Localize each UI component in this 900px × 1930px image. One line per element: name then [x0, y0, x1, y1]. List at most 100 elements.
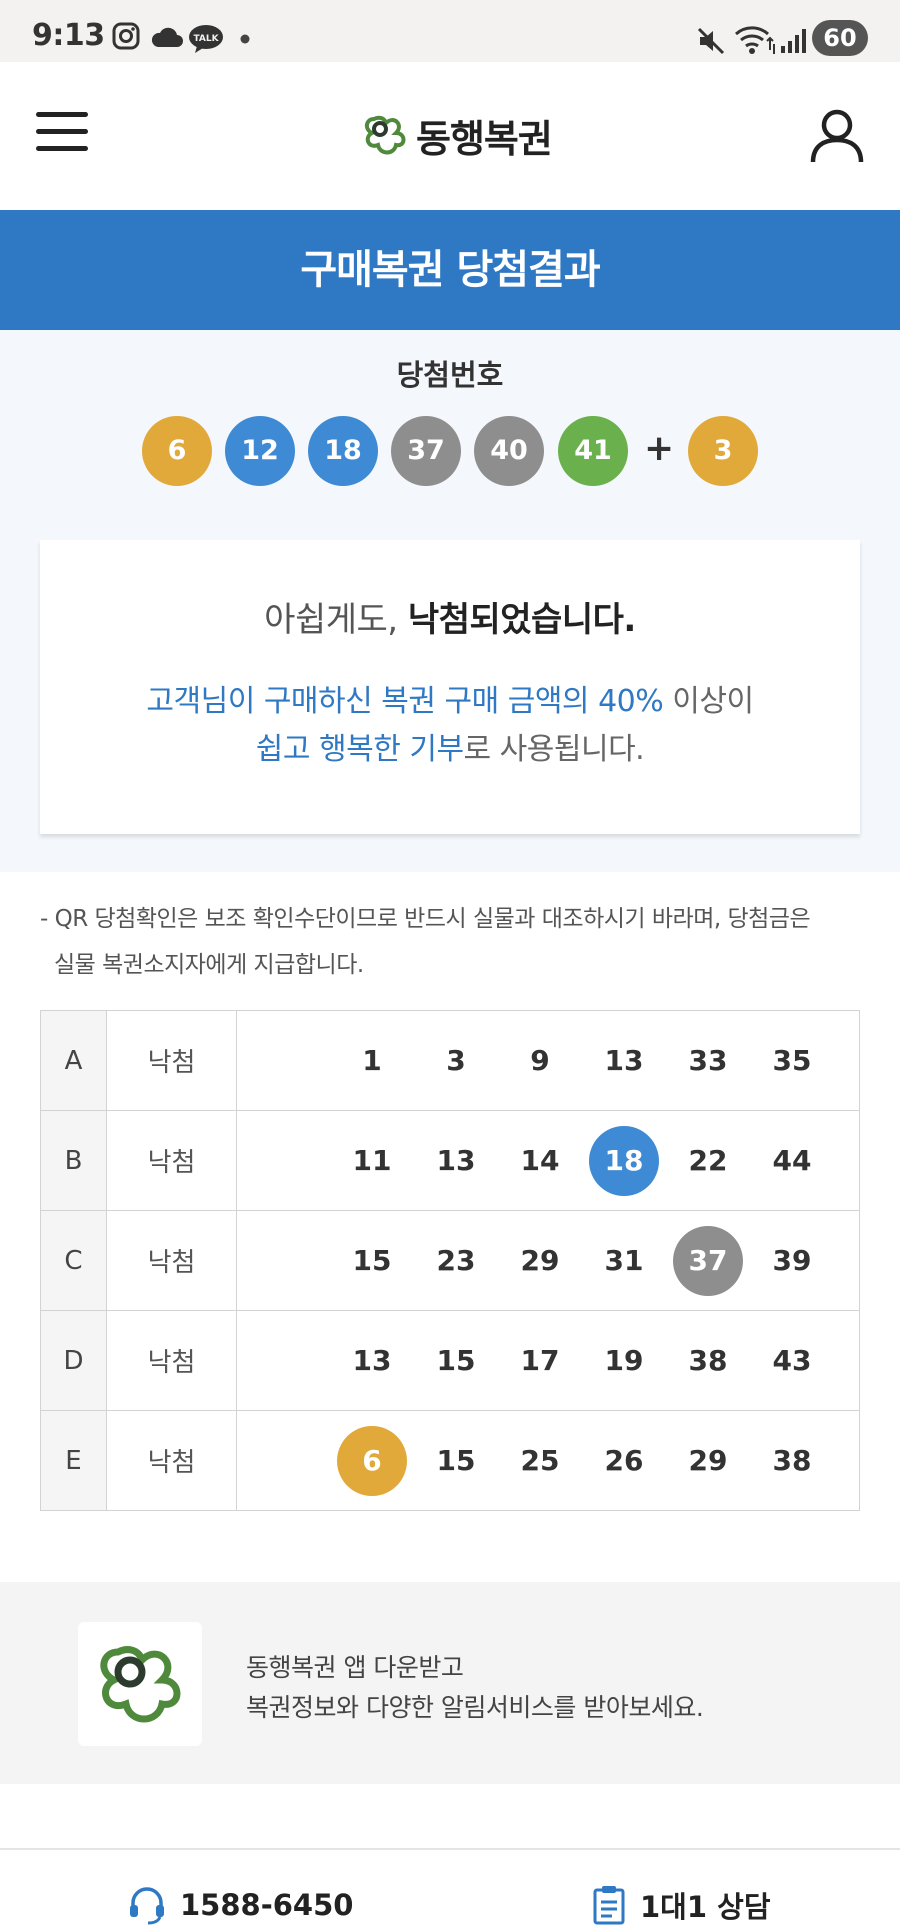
- game-numbers: 15 23 29 31 37 39: [236, 1210, 860, 1311]
- result-card: 아쉽게도, 낙첨되었습니다. 고객님이 구매하신 복권 구매 금액의 40% 이…: [40, 540, 860, 834]
- game-numbers: 13 15 17 19 38 43: [236, 1310, 860, 1411]
- app-promo-banner[interactable]: 동행복권 앱 다운받고 복권정보와 다양한 알림서비스를 받아보세요.: [0, 1582, 900, 1784]
- game-row: E 낙첨 6 15 25 26 29 38: [40, 1410, 860, 1511]
- game-number: 43: [772, 1344, 812, 1377]
- page-title: 구매복권 당첨결과: [300, 247, 600, 293]
- winning-numbers-section: 당첨번호 6 12 18 37 40 41 + 3 아쉽게도, 낙첨되었습니다.…: [0, 330, 900, 872]
- donation-text-1: 이상이: [663, 684, 754, 719]
- promo-line-1: 동행복권 앱 다운받고: [246, 1653, 464, 1682]
- game-number: 15: [436, 1344, 476, 1377]
- donation-text-2: 로 사용됩니다.: [463, 732, 645, 767]
- game-id: B: [40, 1110, 107, 1211]
- game-number: 44: [772, 1144, 812, 1177]
- plus-sign: +: [644, 428, 675, 469]
- bonus-ball: 3: [688, 416, 758, 486]
- app-logo: [78, 1622, 202, 1746]
- headset-icon: [130, 1887, 164, 1925]
- game-number: 13: [352, 1344, 392, 1377]
- instagram-icon: [112, 22, 140, 50]
- clover-logo-icon: [365, 115, 406, 155]
- mute-icon: [697, 27, 725, 55]
- game-number: 26: [604, 1444, 644, 1477]
- clipboard-icon: [593, 1886, 625, 1925]
- consult-link[interactable]: 1대1 상담: [592, 1880, 771, 1930]
- footer-divider: [0, 1848, 900, 1850]
- game-row: D 낙첨 13 15 17 19 38 43: [40, 1310, 860, 1411]
- game-number: 22: [688, 1144, 728, 1177]
- battery-icon: 60: [812, 20, 868, 56]
- winning-ball: 41: [558, 416, 628, 486]
- game-number: 15: [436, 1444, 476, 1477]
- game-numbers: 1 3 9 13 33 35: [236, 1010, 860, 1111]
- winning-balls: 6 12 18 37 40 41 + 3: [0, 416, 900, 486]
- logo-text: 동행복권: [416, 116, 553, 161]
- promo-text: 동행복권 앱 다운받고 복권정보와 다양한 알림서비스를 받아보세요.: [246, 1648, 704, 1728]
- game-number: 11: [352, 1144, 392, 1177]
- kakaotalk-icon: TALK: [189, 25, 223, 53]
- game-number: 15: [352, 1244, 392, 1277]
- game-row: A 낙첨 1 3 9 13 33 35: [40, 1010, 860, 1111]
- app-header: 동행복권: [0, 62, 900, 210]
- game-number: 25: [520, 1444, 560, 1477]
- matched-number: 37: [673, 1226, 743, 1296]
- notice-line-1: - QR 당첨확인은 보조 확인수단이므로 반드시 실물과 대조하시기 바라며,…: [40, 906, 811, 932]
- game-result: 낙첨: [106, 1210, 237, 1311]
- logo[interactable]: 동행복권: [360, 107, 553, 163]
- game-number: 35: [772, 1044, 812, 1077]
- game-number: 19: [604, 1344, 644, 1377]
- matched-number: 6: [337, 1426, 407, 1496]
- hamburger-menu-icon[interactable]: [36, 112, 88, 156]
- game-number: 3: [446, 1044, 466, 1077]
- game-number: 29: [520, 1244, 560, 1277]
- clover-logo-icon: [100, 1646, 181, 1723]
- game-numbers: 6 15 25 26 29 38: [236, 1410, 860, 1511]
- game-numbers: 11 13 14 18 22 44: [236, 1110, 860, 1211]
- donation-highlight-1: 고객님이 구매하신 복권 구매 금액의 40%: [146, 684, 664, 719]
- qr-notice: - QR 당첨확인은 보조 확인수단이므로 반드시 실물과 대조하시기 바라며,…: [40, 896, 870, 988]
- game-row: C 낙첨 15 23 29 31 37 39: [40, 1210, 860, 1311]
- phone-number: 1588-6450: [180, 1888, 354, 1922]
- game-number: 29: [688, 1444, 728, 1477]
- winning-ball: 12: [225, 416, 295, 486]
- promo-line-2: 복권정보와 다양한 알림서비스를 받아보세요.: [246, 1693, 704, 1722]
- game-number: 38: [772, 1444, 812, 1477]
- game-number: 1: [362, 1044, 382, 1077]
- game-number: 38: [688, 1344, 728, 1377]
- game-id: A: [40, 1010, 107, 1111]
- winning-numbers-label: 당첨번호: [396, 358, 504, 392]
- status-bar: 9:13 TALK 60: [0, 0, 900, 62]
- donation-message: 고객님이 구매하신 복권 구매 금액의 40% 이상이 쉽고 행복한 기부로 사…: [40, 678, 860, 774]
- winning-ball: 6: [142, 416, 212, 486]
- matched-number: 18: [589, 1126, 659, 1196]
- game-number: 14: [520, 1144, 560, 1177]
- phone-link[interactable]: 1588-6450: [128, 1880, 353, 1930]
- game-number: 33: [688, 1044, 728, 1077]
- game-result: 낙첨: [106, 1110, 237, 1211]
- game-number: 23: [436, 1244, 476, 1277]
- game-id: E: [40, 1410, 107, 1511]
- winning-ball: 37: [391, 416, 461, 486]
- result-prefix: 아쉽게도,: [264, 600, 398, 640]
- title-banner: 구매복권 당첨결과: [0, 210, 900, 330]
- game-number: 39: [772, 1244, 812, 1277]
- game-number: 31: [604, 1244, 644, 1277]
- result-emphasis: 낙첨되었습니다.: [407, 600, 636, 640]
- game-number: 13: [604, 1044, 644, 1077]
- result-message: 아쉽게도, 낙첨되었습니다.: [40, 592, 860, 641]
- game-row: B 낙첨 11 13 14 18 22 44: [40, 1110, 860, 1211]
- game-number: 13: [436, 1144, 476, 1177]
- signal-icon: [781, 29, 806, 53]
- cloud-icon: [151, 27, 183, 47]
- status-time: 9:13: [32, 18, 105, 53]
- consult-label: 1대1 상담: [640, 1890, 771, 1924]
- user-icon[interactable]: [810, 108, 864, 164]
- dot-icon: [240, 34, 250, 44]
- game-number: 17: [520, 1344, 560, 1377]
- game-result: 낙첨: [106, 1010, 237, 1111]
- ticket-games-table: A 낙첨 1 3 9 13 33 35 B 낙첨 11 13 14 18 22 44 C 낙첨 15 23 29 31 37…: [40, 1010, 860, 1511]
- winning-ball: 40: [474, 416, 544, 486]
- game-id: D: [40, 1310, 107, 1411]
- game-id: C: [40, 1210, 107, 1311]
- wifi-icon: [735, 26, 775, 54]
- game-result: 낙첨: [106, 1310, 237, 1411]
